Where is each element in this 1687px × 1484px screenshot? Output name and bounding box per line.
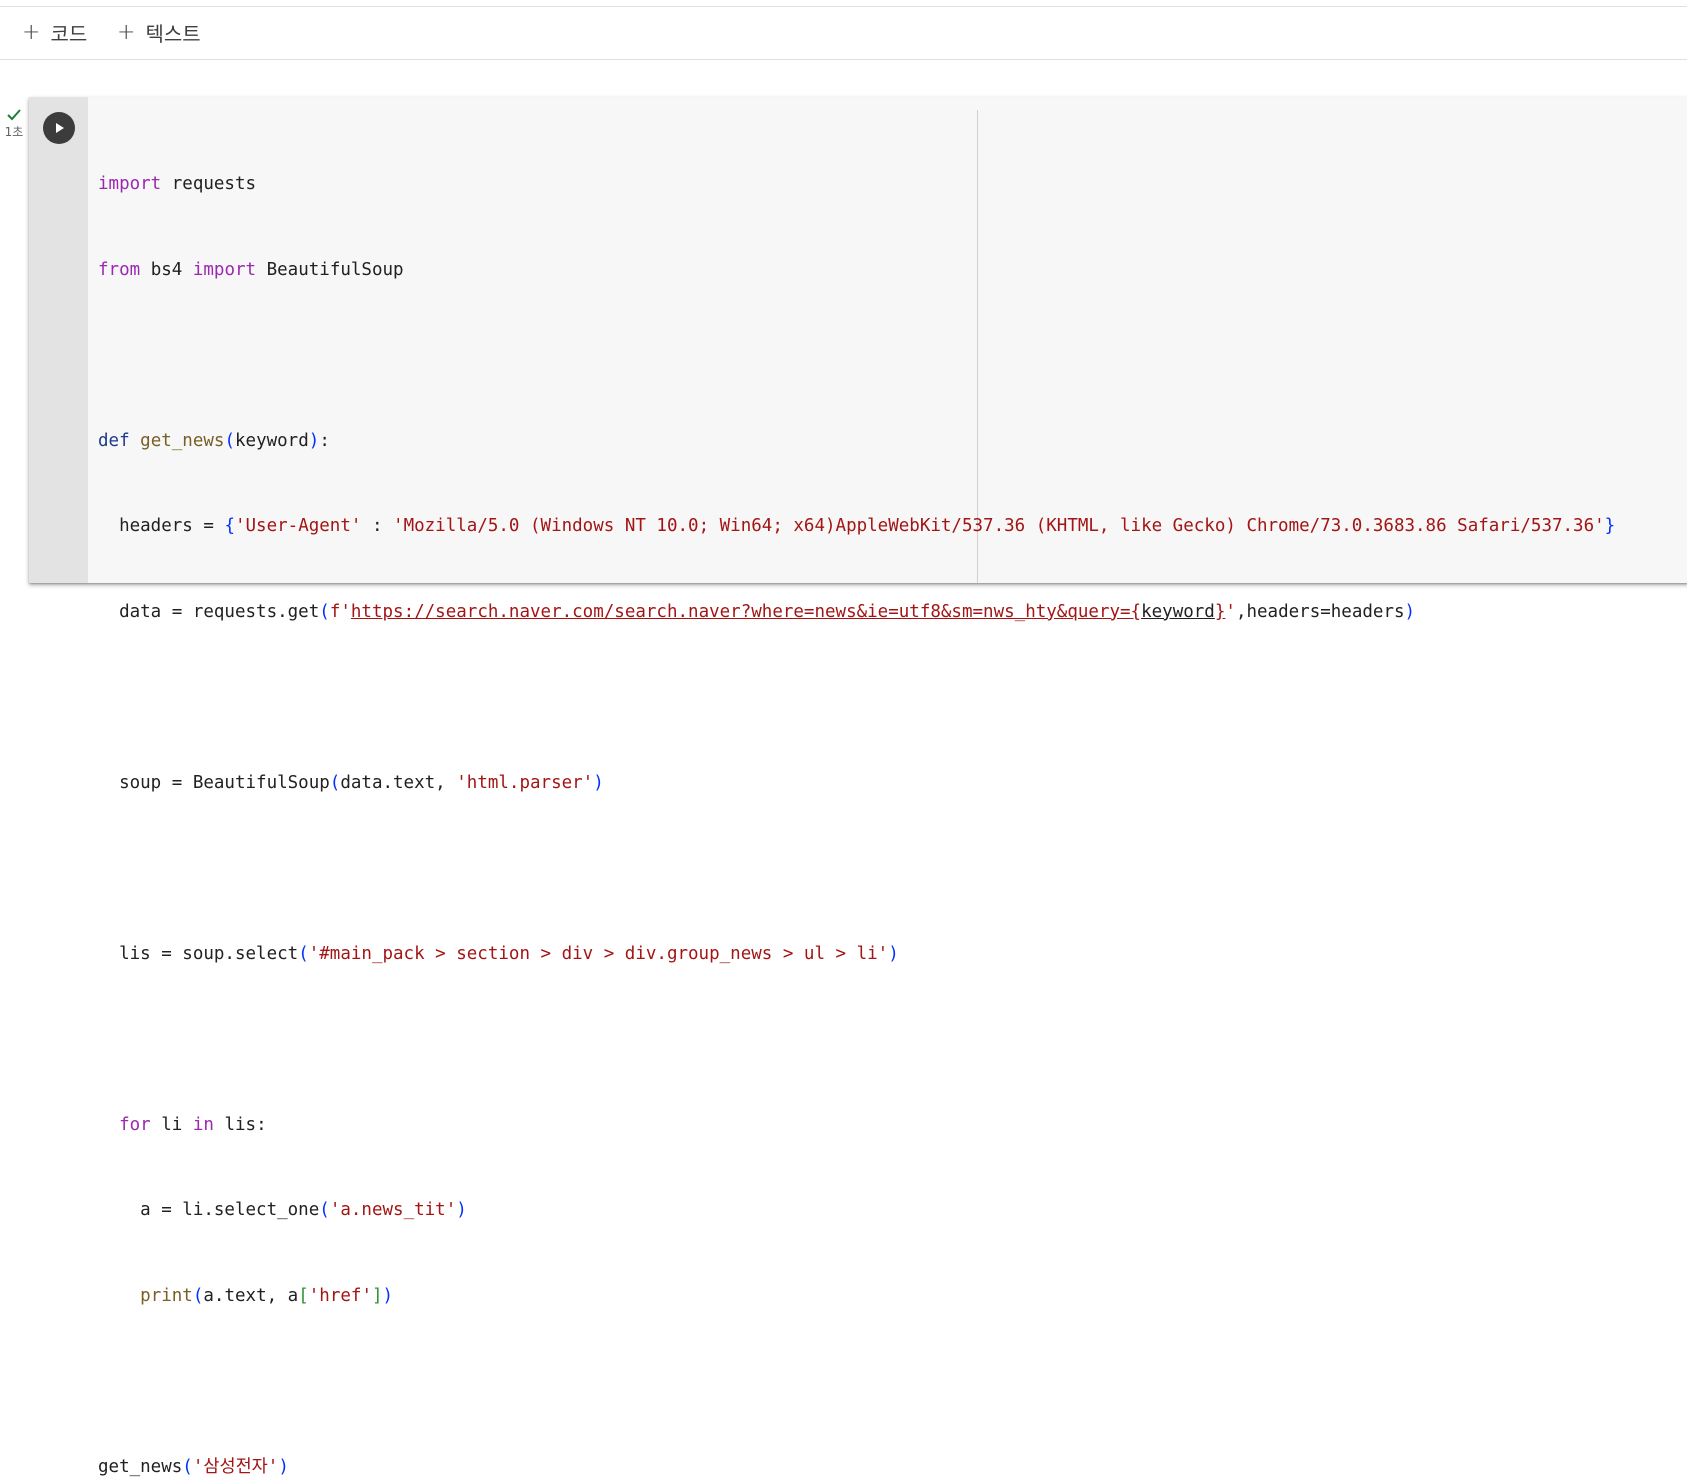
code-line: print(a.text, a['href']) [140,1285,394,1306]
notebook-toolbar: + 코드 + 텍스트 [0,7,1687,60]
execution-time: 1초 [4,125,24,139]
cell-gutter [29,97,88,583]
plus-icon: + [117,19,136,45]
play-icon [56,123,64,133]
code-line: data = requests.get(f'https://search.nav… [98,601,1416,622]
code-editor[interactable]: import requests from bs4 import Beautifu… [98,113,1615,1484]
execution-status: 1초 [0,108,28,139]
add-text-label: 텍스트 [145,21,201,46]
url-link[interactable]: https://search.naver.com/search.naver?wh… [351,602,1131,622]
code-cell[interactable]: import requests from bs4 import Beautifu… [29,97,1687,1477]
add-code-button[interactable]: + 코드 [22,17,87,47]
add-code-label: 코드 [50,21,88,46]
plus-icon: + [22,19,41,45]
add-text-button[interactable]: + 텍스트 [117,17,201,47]
run-cell-button[interactable] [43,112,75,144]
code-line: lis = soup.select('#main_pack > section … [98,943,899,964]
code-line: import requests [98,174,257,194]
code-line: get_news('삼성전자') [98,1456,289,1477]
code-line: for li in lis: [119,1114,267,1135]
code-line: def get_news(keyword): [98,430,330,451]
code-line: a = li.select_one('a.news_tit') [98,1200,467,1220]
code-line: soup = BeautifulSoup(data.text, 'html.pa… [98,772,604,793]
code-line: headers = {'User-Agent' : 'Mozilla/5.0 (… [98,516,1616,536]
code-line: from bs4 import BeautifulSoup [98,259,404,280]
check-icon [0,108,28,124]
